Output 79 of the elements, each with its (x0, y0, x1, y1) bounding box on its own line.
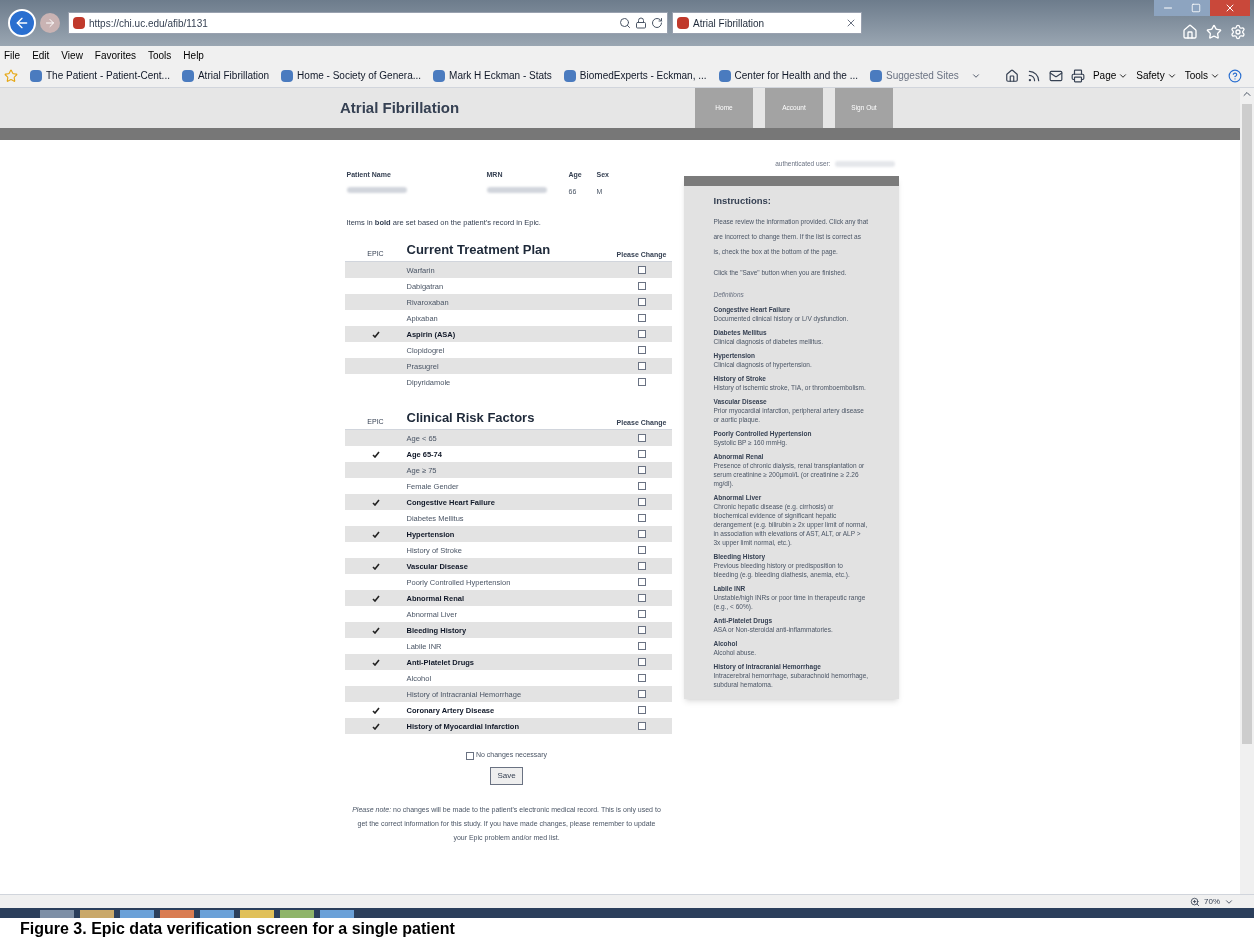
checkbox[interactable] (637, 530, 646, 539)
home-icon[interactable] (1004, 68, 1019, 83)
checkbox[interactable] (637, 546, 646, 555)
favorites-star-icon[interactable] (4, 68, 18, 83)
checkbox[interactable] (637, 266, 646, 275)
site-icon (73, 17, 85, 29)
browser-tab[interactable]: Atrial Fibrillation (672, 12, 862, 34)
checkbox[interactable] (637, 378, 646, 387)
close-icon (1224, 2, 1236, 14)
help-icon[interactable] (1228, 68, 1242, 83)
checkbox[interactable] (637, 722, 646, 731)
checkbox[interactable] (637, 658, 646, 667)
forward-arrow-icon (44, 17, 56, 29)
checkbox[interactable] (637, 330, 646, 339)
scrollbar[interactable] (1240, 88, 1254, 894)
checkbox[interactable] (637, 642, 646, 651)
checkbox[interactable] (637, 434, 646, 443)
checkbox[interactable] (637, 466, 646, 475)
checkbox[interactable] (637, 674, 646, 683)
checkbox[interactable] (465, 751, 474, 760)
checkbox[interactable] (637, 690, 646, 699)
favorite-link[interactable]: Center for Health and the ... (718, 68, 858, 83)
page-title: Atrial Fibrillation (340, 97, 461, 118)
checkbox[interactable] (637, 594, 646, 603)
zoom-icon[interactable] (1190, 896, 1200, 907)
home-icon[interactable] (1182, 24, 1198, 40)
back-button[interactable] (8, 9, 36, 37)
favorite-link[interactable]: Home - Society of Genera... (281, 68, 422, 83)
address-bar[interactable]: https://chi.uc.edu/afib/1131 (68, 12, 668, 34)
favorite-link[interactable]: Suggested Sites (870, 68, 959, 83)
close-icon[interactable] (845, 17, 857, 29)
refresh-icon[interactable] (651, 17, 663, 29)
checkbox[interactable] (637, 482, 646, 491)
checkbox[interactable] (637, 706, 646, 715)
lock-icon (635, 17, 647, 29)
menu-item[interactable]: Favorites (94, 47, 136, 63)
checkbox[interactable] (637, 610, 646, 619)
tab-title: Atrial Fibrillation (693, 16, 766, 31)
checkbox[interactable] (637, 514, 646, 523)
zoom-level[interactable]: 70% (1204, 895, 1220, 908)
checkbox[interactable] (637, 362, 646, 371)
save-button[interactable]: Save (490, 766, 523, 785)
menu-item[interactable]: Edit (32, 47, 50, 63)
checkbox[interactable] (637, 346, 646, 355)
menu-item[interactable]: Help (183, 47, 204, 63)
checkbox[interactable] (637, 498, 646, 507)
checkbox[interactable] (637, 626, 646, 635)
favorite-link[interactable]: The Patient - Patient-Cent... (30, 68, 170, 83)
command-menu[interactable]: Tools (1184, 68, 1220, 83)
url-text: https://chi.uc.edu/afib/1131 (89, 16, 209, 31)
redacted-value (834, 161, 895, 167)
menu-item[interactable]: Tools (148, 47, 172, 63)
checkbox[interactable] (637, 298, 646, 307)
favorite-link[interactable]: Atrial Fibrillation (181, 68, 270, 83)
site-icon (677, 17, 689, 29)
mail-icon[interactable] (1048, 68, 1063, 83)
section-title: Clinical Risk Factors (406, 408, 536, 427)
menu-item[interactable]: File (4, 47, 21, 63)
star-icon[interactable] (1206, 24, 1222, 40)
checkbox[interactable] (637, 578, 646, 587)
checkbox[interactable] (637, 282, 646, 291)
favorite-link[interactable]: BiomedExperts - Eckman, ... (563, 68, 707, 83)
forward-button[interactable] (40, 13, 60, 33)
search-icon[interactable] (619, 17, 631, 29)
section-title: Current Treatment Plan (406, 240, 552, 259)
scrollbar-thumb[interactable] (1242, 104, 1252, 744)
figure-caption: Figure 3. Epic data verification screen for a single patient (20, 919, 455, 939)
maximize-icon (1191, 3, 1201, 13)
command-menu[interactable]: Safety (1136, 68, 1177, 83)
print-icon[interactable] (1070, 68, 1085, 83)
menu-item[interactable]: View (61, 47, 83, 63)
checkbox[interactable] (637, 450, 646, 459)
feed-icon[interactable] (1026, 68, 1041, 83)
command-menu[interactable]: Page (1092, 68, 1129, 83)
checkbox[interactable] (637, 314, 646, 323)
instructions-title: Instructions: (713, 194, 773, 208)
settings-icon[interactable] (1230, 24, 1246, 40)
favorite-link[interactable]: Mark H Eckman - Stats (433, 68, 552, 83)
checkbox[interactable] (637, 562, 646, 571)
